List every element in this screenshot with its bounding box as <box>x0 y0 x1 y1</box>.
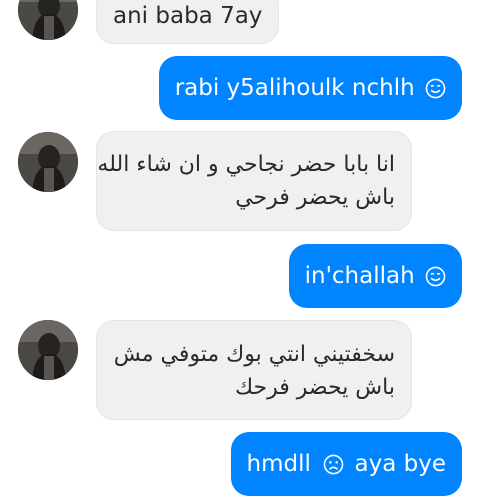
smiling-face-icon <box>425 78 446 99</box>
sad-face-icon <box>323 454 344 475</box>
contact-avatar[interactable] <box>18 320 78 380</box>
message-bubble[interactable]: سخفتيني انتي بوك متوفي مش باش يحضر فرحك <box>96 320 412 420</box>
message-bubble[interactable]: انا بابا حضر نجاحي و ان شاء الله باش يحض… <box>96 131 412 231</box>
contact-avatar[interactable] <box>18 0 78 40</box>
message-text: aya bye <box>354 451 446 477</box>
message-bubble[interactable]: hmdll aya bye <box>230 432 462 496</box>
message-text: ani baba 7ay <box>113 3 263 29</box>
chat-thread[interactable]: ani baba 7ay rabi y5alihoulk nchlh انا ب… <box>0 0 480 499</box>
message-text-line: باش يحضر فرحك <box>234 375 395 400</box>
message-text-line: سخفتيني انتي بوك متوفي مش <box>113 342 395 367</box>
person-photo-icon <box>18 320 78 380</box>
message-text: rabi y5alihoulk nchlh <box>174 75 415 101</box>
person-photo-icon <box>18 0 78 40</box>
contact-avatar[interactable] <box>18 132 78 192</box>
message-bubble[interactable]: ani baba 7ay <box>96 0 280 44</box>
smiling-face-icon <box>425 266 446 287</box>
message-text-line: باش يحضر فرحي <box>235 185 395 210</box>
person-photo-icon <box>18 132 78 192</box>
message-bubble[interactable]: in'challah <box>288 244 462 308</box>
message-text: hmdll <box>246 451 311 477</box>
message-bubble[interactable]: rabi y5alihoulk nchlh <box>158 56 462 120</box>
message-text-line: انا بابا حضر نجاحي و ان شاء الله <box>97 152 395 177</box>
message-text: in'challah <box>304 263 415 289</box>
